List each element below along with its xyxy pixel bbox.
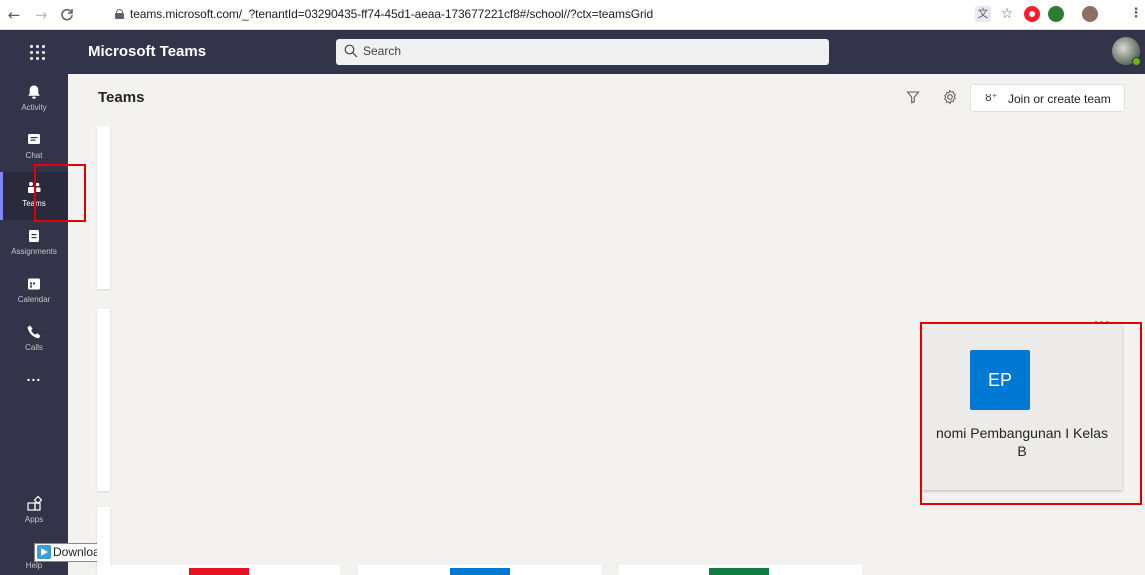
- team-avatar-partial: [450, 568, 510, 575]
- app-rail: Activity Chat Teams Assignments Calendar…: [0, 74, 68, 575]
- play-icon: [37, 545, 51, 559]
- rail-item-apps[interactable]: Apps: [0, 488, 68, 536]
- team-card-partial[interactable]: [97, 126, 110, 289]
- gear-icon[interactable]: [942, 89, 958, 105]
- translate-icon[interactable]: 文: [975, 6, 991, 22]
- team-card-partial[interactable]: [97, 309, 110, 491]
- star-icon[interactable]: ☆: [999, 6, 1015, 22]
- rail-item-label: Calls: [25, 343, 43, 352]
- avatar[interactable]: [1112, 37, 1141, 66]
- join-button-label: Join or create team: [1008, 92, 1111, 106]
- browser-toolbar: ← → teams.microsoft.com/_?tenantId=03290…: [0, 0, 1145, 30]
- app-title: Microsoft Teams: [88, 43, 207, 60]
- annotation-box: [34, 164, 86, 222]
- extension-icon[interactable]: [1048, 6, 1064, 22]
- reload-icon[interactable]: [57, 5, 77, 25]
- team-avatar-partial: [189, 568, 249, 575]
- rail-item-assignments[interactable]: Assignments: [0, 220, 68, 268]
- add-team-icon: ȣ⁺: [985, 91, 998, 104]
- phone-icon: [27, 325, 41, 339]
- page-title: Teams: [98, 89, 145, 106]
- rail-item-calendar[interactable]: Calendar: [0, 268, 68, 316]
- back-arrow-icon[interactable]: ←: [4, 5, 24, 25]
- rail-item-label: Assignments: [11, 247, 57, 256]
- rail-item-calls[interactable]: Calls: [0, 316, 68, 364]
- more-icon: ...: [26, 368, 42, 384]
- rail-item-label: Activity: [21, 103, 47, 112]
- rail-item-label: Chat: [25, 151, 43, 160]
- opera-icon[interactable]: [1024, 6, 1040, 22]
- rail-item-more[interactable]: ...: [0, 364, 68, 412]
- rail-item-label: Calendar: [17, 295, 51, 304]
- search-placeholder: Search: [363, 44, 402, 58]
- annotation-box: [920, 322, 1142, 505]
- calendar-icon: [28, 278, 40, 290]
- rail-item-label: Help: [25, 561, 43, 570]
- search-icon: [344, 44, 358, 58]
- profile-icon[interactable]: [1082, 6, 1098, 22]
- address-bar-url[interactable]: teams.microsoft.com/_?tenantId=03290435-…: [130, 7, 653, 21]
- bell-icon: [28, 85, 40, 99]
- rail-item-label: Apps: [24, 515, 44, 524]
- presence-status-icon: [1132, 57, 1141, 66]
- lock-icon: [115, 9, 124, 19]
- join-or-create-team-button[interactable]: ȣ⁺ Join or create team: [970, 84, 1125, 112]
- app-launcher-icon[interactable]: [28, 42, 48, 62]
- assignments-icon: [29, 230, 39, 242]
- team-avatar-partial: [709, 568, 769, 575]
- forward-arrow-icon[interactable]: →: [31, 5, 51, 25]
- search-input[interactable]: Search: [336, 39, 829, 65]
- rail-item-activity[interactable]: Activity: [0, 76, 68, 124]
- filter-icon[interactable]: [906, 90, 920, 104]
- apps-icon: [27, 496, 42, 511]
- menu-icon[interactable]: ⋮: [1128, 6, 1144, 22]
- chat-icon: [28, 134, 40, 144]
- teams-header: Microsoft Teams Search: [0, 30, 1145, 74]
